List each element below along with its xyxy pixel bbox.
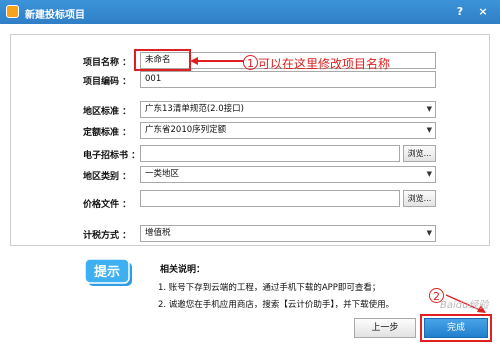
region-standard-value: 广东13清单规范(2.0接口) — [145, 104, 244, 114]
region-standard-select[interactable]: 广东13清单规范(2.0接口) ▼ — [140, 101, 436, 118]
quota-standard-select[interactable]: 广东省2010序列定额 ▼ — [140, 122, 436, 139]
annotation-arrow-1 — [190, 57, 244, 65]
quota-standard-label: 定额标准 ： — [83, 128, 132, 138]
annotation-number-1: 1 — [243, 55, 258, 70]
prev-step-button[interactable]: 上一步 — [354, 318, 416, 338]
project-code-label: 项目编码 ： — [83, 77, 132, 87]
price-file-input[interactable] — [140, 190, 400, 207]
tax-method-label: 计税方式 ： — [83, 231, 132, 241]
chevron-down-icon: ▼ — [426, 229, 432, 237]
project-name-highlight — [134, 49, 191, 71]
price-file-browse-button[interactable]: 浏览... — [403, 190, 436, 207]
region-category-label: 地区类别 ： — [83, 172, 132, 182]
region-category-select[interactable]: 一类地区 ▼ — [140, 166, 436, 183]
tip-item-2: 2. 诚邀您在手机应用商店，搜索【云计价助手】，并下载使用。 — [158, 300, 395, 310]
e-tender-input[interactable] — [140, 145, 400, 162]
e-tender-browse-button[interactable]: 浏览... — [403, 145, 436, 162]
finish-button-highlight — [420, 314, 492, 342]
title-bar: 新建投标项目 ? × — [0, 0, 500, 24]
e-tender-label: 电子招标书 ： — [83, 151, 141, 161]
tip-logo-icon: 提示 — [85, 259, 132, 286]
help-button[interactable]: ? — [452, 4, 468, 20]
price-file-label: 价格文件 ： — [83, 200, 132, 210]
close-button[interactable]: × — [475, 4, 491, 20]
tips-title: 相关说明： — [160, 265, 206, 275]
project-code-input[interactable]: 001 — [140, 71, 436, 88]
tip-item-1: 1. 账号下存到云端的工程，通过手机下载的APP即可查看； — [158, 283, 381, 293]
region-category-value: 一类地区 — [145, 169, 180, 179]
tip-logo-text: 提示 — [94, 264, 120, 280]
window-title: 新建投标项目 — [25, 10, 85, 21]
tax-method-value: 增值税 — [145, 228, 171, 238]
quota-standard-value: 广东省2010序列定额 — [145, 125, 227, 135]
chevron-down-icon: ▼ — [426, 170, 432, 178]
chevron-down-icon: ▼ — [426, 126, 432, 134]
region-standard-label: 地区标准 ： — [83, 107, 132, 117]
annotation-text-1: 可以在这里修改项目名称 — [258, 57, 391, 71]
app-icon — [6, 5, 19, 18]
watermark: Baidu经验 — [440, 300, 489, 311]
chevron-down-icon: ▼ — [426, 105, 432, 113]
tax-method-select[interactable]: 增值税 ▼ — [140, 225, 436, 242]
project-name-label: 项目名称 ： — [83, 58, 132, 68]
